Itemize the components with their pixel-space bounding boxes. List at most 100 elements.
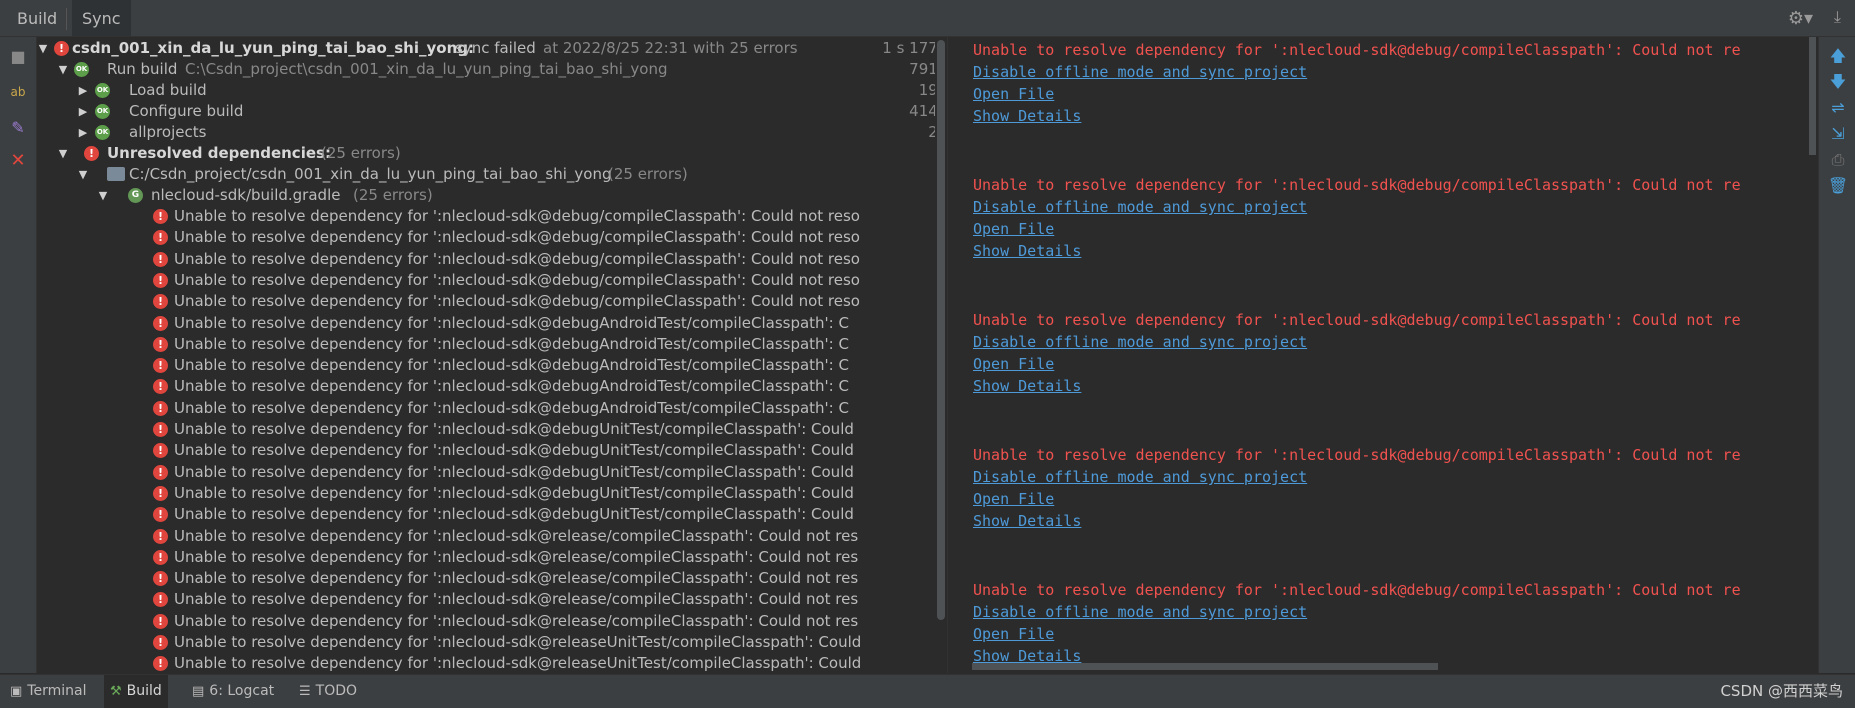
error-row[interactable]: ! Unable to resolve dependency for ':nlec… xyxy=(37,653,935,673)
tree-row-gradle-file[interactable]: ▼ G nlecloud-sdk/build.gradle (25 errors… xyxy=(37,185,935,206)
disable-offline-link[interactable]: Disable offline mode and sync project xyxy=(973,602,1307,622)
tab-sync[interactable]: Sync xyxy=(72,0,131,36)
right-toolbar: 🡅 🡇 ⇌ ⇲ ⎙ 🗑 xyxy=(1818,37,1855,673)
trash-icon[interactable]: 🗑 xyxy=(1827,175,1849,197)
stop-icon[interactable]: ■ xyxy=(7,46,29,68)
show-details-link[interactable]: Show Details xyxy=(973,376,1081,396)
error-row[interactable]: ! Unable to resolve dependency for ':nlec… xyxy=(37,313,935,334)
chevron-down-icon[interactable]: ▼ xyxy=(57,59,69,80)
tree-row-root[interactable]: ▼ ! csdn_001_xin_da_lu_yun_ping_tai_bao_… xyxy=(37,38,935,59)
console-scrollbar-thumb[interactable] xyxy=(1809,37,1816,155)
todo-icon: ☰ xyxy=(299,684,311,699)
toggle-view-icon[interactable]: ab xyxy=(7,81,29,103)
error-row[interactable]: ! Unable to resolve dependency for ':nlec… xyxy=(37,206,935,227)
error-icon: ! xyxy=(153,379,168,395)
close-icon[interactable]: ✕ xyxy=(7,150,29,172)
error-row[interactable]: ! Unable to resolve dependency for ':nlec… xyxy=(37,376,935,397)
tree-scrollbar-thumb[interactable] xyxy=(937,40,945,620)
disable-offline-link[interactable]: Disable offline mode and sync project xyxy=(973,332,1307,352)
error-icon: ! xyxy=(153,549,168,565)
error-row[interactable]: ! Unable to resolve dependency for ':nlec… xyxy=(37,462,935,483)
tab-build[interactable]: Build xyxy=(7,0,67,36)
chevron-down-icon[interactable]: ▼ xyxy=(57,143,69,164)
error-row[interactable]: ! Unable to resolve dependency for ':nlec… xyxy=(37,398,935,419)
project-path-label: C:/Csdn_project/csdn_001_xin_da_lu_yun_p… xyxy=(129,165,612,183)
open-file-link[interactable]: Open File xyxy=(973,354,1054,374)
tab-todo[interactable]: ☰ TODO xyxy=(293,675,363,708)
project-path-count: (25 errors) xyxy=(608,165,688,183)
configure-build-label: Configure build xyxy=(129,102,244,120)
load-build-duration: 19 ms xyxy=(918,81,935,99)
logcat-icon: ▤ xyxy=(192,684,205,699)
error-icon: ! xyxy=(153,635,168,650)
show-details-link[interactable]: Show Details xyxy=(973,106,1081,126)
disable-offline-link[interactable]: Disable offline mode and sync project xyxy=(973,62,1307,82)
chevron-down-icon[interactable]: ▼ xyxy=(37,38,49,59)
error-row[interactable]: ! Unable to resolve dependency for ':nlec… xyxy=(37,526,935,547)
error-message: Unable to resolve dependency for ':nlecl… xyxy=(174,249,860,268)
print-icon[interactable]: ⎙ xyxy=(1827,149,1849,171)
error-icon: ! xyxy=(153,613,168,629)
error-icon: ! xyxy=(153,464,168,480)
open-file-link[interactable]: Open File xyxy=(973,489,1054,509)
error-row[interactable]: ! Unable to resolve dependency for ':nlec… xyxy=(37,440,935,461)
pin-icon[interactable]: ✎ xyxy=(7,117,29,139)
chevron-right-icon[interactable]: ▶ xyxy=(77,80,89,101)
root-duration: 1 s 177 ms xyxy=(882,39,935,57)
arrow-down-icon[interactable]: 🡇 xyxy=(1827,71,1849,93)
error-row[interactable]: ! Unable to resolve dependency for ':nlec… xyxy=(37,483,935,504)
chevron-down-icon[interactable]: ▼ xyxy=(97,185,109,206)
show-details-link[interactable]: Show Details xyxy=(973,511,1081,531)
error-row[interactable]: ! Unable to resolve dependency for ':nlec… xyxy=(37,355,935,376)
error-row[interactable]: ! Unable to resolve dependency for ':nlec… xyxy=(37,589,935,610)
tree-row-unresolved[interactable]: ▼ ! Unresolved dependencies: (25 errors) xyxy=(37,143,935,164)
scroll-to-end-icon[interactable]: ⇲ xyxy=(1827,123,1849,145)
tree-scrollbar[interactable] xyxy=(936,37,946,673)
error-icon: ! xyxy=(153,571,168,587)
error-message: Unable to resolve dependency for ':nlecl… xyxy=(174,420,854,438)
tree-row-run-build[interactable]: ▼ OK Run build C:\Csdn_project\csdn_001_… xyxy=(37,59,935,80)
error-icon: ! xyxy=(153,443,168,459)
arrow-up-icon[interactable]: 🡅 xyxy=(1827,45,1849,67)
soft-wrap-icon[interactable]: ⇌ xyxy=(1827,97,1849,119)
error-row[interactable]: ! Unable to resolve dependency for ':nlec… xyxy=(37,504,935,525)
error-row[interactable]: ! Unable to resolve dependency for ':nlec… xyxy=(37,334,935,355)
show-details-link[interactable]: Show Details xyxy=(973,241,1081,261)
console-error-line: Unable to resolve dependency for ':nlecl… xyxy=(973,446,1741,464)
error-message: Unable to resolve dependency for ':nlecl… xyxy=(174,654,862,673)
tree-row-load-build[interactable]: ▶ OK Load build 19 ms xyxy=(37,80,935,101)
chevron-right-icon[interactable]: ▶ xyxy=(77,122,89,143)
disable-offline-link[interactable]: Disable offline mode and sync project xyxy=(973,467,1307,487)
error-icon: ! xyxy=(153,315,168,331)
error-icon: ! xyxy=(84,146,99,161)
open-file-link[interactable]: Open File xyxy=(973,219,1054,239)
error-row[interactable]: ! Unable to resolve dependency for ':nlec… xyxy=(37,611,935,632)
error-row[interactable]: ! Unable to resolve dependency for ':nlec… xyxy=(37,568,935,589)
chevron-right-icon[interactable]: ▶ xyxy=(77,101,89,122)
error-message: Unable to resolve dependency for ':nlecl… xyxy=(174,356,849,375)
console-horizontal-scrollbar[interactable] xyxy=(972,663,1438,670)
gear-icon[interactable]: ⚙▾ xyxy=(1788,8,1813,29)
chevron-down-icon[interactable]: ▼ xyxy=(77,164,89,185)
tab-terminal[interactable]: ▣ Terminal xyxy=(4,675,92,708)
error-row[interactable]: ! Unable to resolve dependency for ':nlec… xyxy=(37,419,935,440)
console-scrollbar[interactable] xyxy=(1808,37,1817,673)
error-row[interactable]: ! Unable to resolve dependency for ':nlec… xyxy=(37,270,935,291)
error-row[interactable]: ! Unable to resolve dependency for ':nlec… xyxy=(37,227,935,248)
open-file-link[interactable]: Open File xyxy=(973,624,1054,644)
open-file-link[interactable]: Open File xyxy=(973,84,1054,104)
tree-row-project-path[interactable]: ▼ C:/Csdn_project/csdn_001_xin_da_lu_yun… xyxy=(37,164,935,185)
error-row[interactable]: ! Unable to resolve dependency for ':nlec… xyxy=(37,291,935,312)
error-row[interactable]: ! Unable to resolve dependency for ':nlec… xyxy=(37,632,935,653)
error-row[interactable]: ! Unable to resolve dependency for ':nlec… xyxy=(37,249,935,270)
tree-row-allprojects[interactable]: ▶ OK allprojects 2 ms xyxy=(37,122,935,143)
error-row[interactable]: ! Unable to resolve dependency for ':nlec… xyxy=(37,547,935,568)
root-status: sync failed xyxy=(455,39,536,57)
tab-build-bottom[interactable]: ⚒ Build xyxy=(104,675,168,708)
disable-offline-link[interactable]: Disable offline mode and sync project xyxy=(973,197,1307,217)
tab-logcat[interactable]: ▤ 6: Logcat xyxy=(186,675,280,708)
tree-row-configure-build[interactable]: ▶ OK Configure build 414 ms xyxy=(37,101,935,122)
run-build-duration: 791 ms xyxy=(909,60,935,78)
error-icon: ! xyxy=(153,209,168,224)
hide-icon[interactable]: ⤓ xyxy=(1834,7,1841,27)
